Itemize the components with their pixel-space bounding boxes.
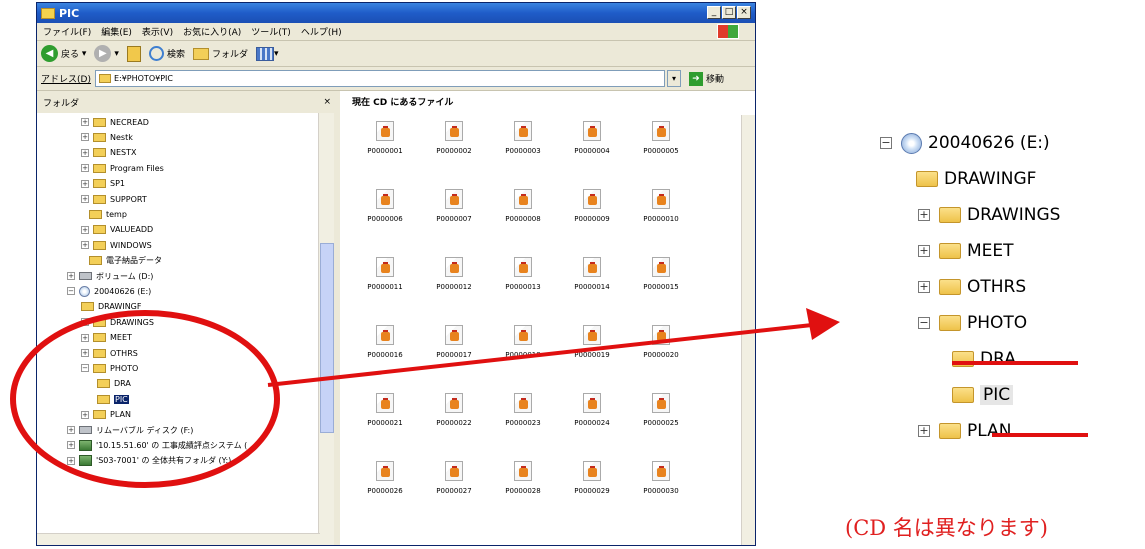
collapse-icon: − [918,316,930,329]
zoom-tree-item: − 20040626 (E:) [880,130,1050,156]
zoom-tree-item: DRAWINGF [916,166,1036,192]
folder-icon [939,423,961,439]
expand-icon: + [918,208,930,221]
folder-icon [939,279,961,295]
zoom-tree-label: MEET [967,241,1014,261]
folder-icon [916,171,938,187]
folder-icon [939,243,961,259]
zoom-tree-label: DRAWINGS [967,205,1061,225]
folder-icon [939,315,961,331]
zoom-tree-label: PIC [980,385,1014,405]
folder-icon [939,207,961,223]
folder-icon [952,387,974,403]
red-underline [952,361,1078,365]
note-text: (CD 名は異なります) [845,516,1048,540]
zoom-tree-item: + DRAWINGS [918,202,1060,228]
zoom-tree-label: 20040626 (E:) [928,133,1050,153]
cd-drive-icon [901,132,922,154]
expand-icon: + [918,280,930,293]
zoom-tree-item: + OTHRS [918,274,1026,300]
zoom-tree-label: PHOTO [967,313,1028,333]
expand-icon: + [918,244,930,257]
zoom-tree-item: − PHOTO [918,310,1027,336]
expand-icon: + [918,424,930,437]
zoom-tree-item: + PLAN [918,418,1011,444]
arrow-head [806,308,840,340]
red-underline [992,433,1088,437]
collapse-icon: − [880,136,892,149]
zoom-tree-item: + MEET [918,238,1014,264]
arrow-shaft [267,323,813,387]
zoomed-tree: − 20040626 (E:) DRAWINGF + DRAWINGS + MEET + OTH… [880,130,1140,480]
zoom-tree-label: OTHRS [967,277,1027,297]
zoom-tree-label: DRAWINGF [944,169,1037,189]
zoom-tree-item: DRA [952,346,1016,372]
zoom-tree-label: PLAN [967,421,1012,441]
zoom-tree-label: DRA [980,349,1016,369]
zoom-tree-item: PIC [952,382,1014,408]
